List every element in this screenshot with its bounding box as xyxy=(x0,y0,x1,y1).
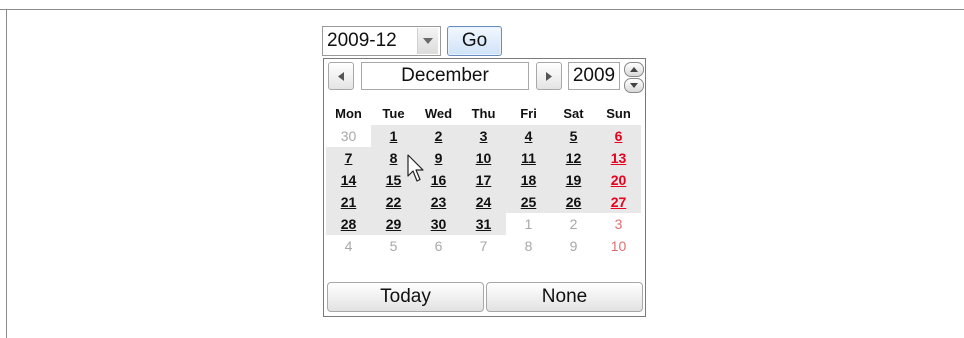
calendar-footer: Today None xyxy=(327,282,643,312)
none-button[interactable]: None xyxy=(486,282,643,312)
week-row: 7 8 9 10 11 12 13 xyxy=(326,147,641,169)
day-cell[interactable]: 25 xyxy=(506,191,551,213)
weekday-mon: Mon xyxy=(335,105,362,121)
mouse-pointer-icon xyxy=(407,154,424,182)
day-cell[interactable]: 17 xyxy=(461,169,506,191)
go-button[interactable]: Go xyxy=(447,26,502,56)
weekday-thu: Thu xyxy=(471,105,496,121)
day-cell[interactable]: 4 xyxy=(506,125,551,147)
triangle-down-icon xyxy=(630,83,638,88)
day-cell-other-month[interactable]: 7 xyxy=(461,235,506,257)
day-cell[interactable]: 12 xyxy=(551,147,596,169)
day-cell-sunday[interactable]: 20 xyxy=(596,169,641,191)
day-cell-other-month[interactable]: 8 xyxy=(506,235,551,257)
day-cell[interactable]: 24 xyxy=(461,191,506,213)
day-cell-sunday[interactable]: 13 xyxy=(596,147,641,169)
weekday-sun: Sun xyxy=(606,105,631,121)
day-cell-other-month[interactable]: 9 xyxy=(551,235,596,257)
year-down-button[interactable] xyxy=(624,78,644,93)
day-cell[interactable]: 23 xyxy=(416,191,461,213)
weekday-header-row: Mon Tue Wed Thu Fri Sat Sun xyxy=(326,101,641,125)
day-cell-other-month[interactable]: 2 xyxy=(551,213,596,235)
weekday-sat: Sat xyxy=(563,105,584,121)
triangle-left-icon xyxy=(338,71,344,81)
day-cell[interactable]: 18 xyxy=(506,169,551,191)
day-cell-sunday[interactable]: 27 xyxy=(596,191,641,213)
week-row: 21 22 23 24 25 26 27 xyxy=(326,191,641,213)
day-cell[interactable]: 26 xyxy=(551,191,596,213)
day-cell[interactable]: 14 xyxy=(326,169,371,191)
day-cell-other-month[interactable]: 1 xyxy=(506,213,551,235)
triangle-right-icon xyxy=(546,71,552,81)
day-cell-other-month[interactable]: 5 xyxy=(371,235,416,257)
year-spinner xyxy=(624,62,644,93)
weekday-tue: Tue xyxy=(382,105,405,121)
day-cell[interactable]: 31 xyxy=(461,213,506,235)
week-row: 4 5 6 7 8 9 10 xyxy=(326,235,641,257)
next-month-button[interactable] xyxy=(536,62,562,90)
day-cell[interactable]: 2 xyxy=(416,125,461,147)
day-cell-other-month-sunday[interactable]: 3 xyxy=(596,213,641,235)
day-cell[interactable]: 22 xyxy=(371,191,416,213)
prev-month-button[interactable] xyxy=(328,62,354,90)
day-cell[interactable]: 19 xyxy=(551,169,596,191)
day-cell-other-month[interactable]: 4 xyxy=(326,235,371,257)
day-cell[interactable]: 10 xyxy=(461,147,506,169)
week-row: 28 29 30 31 1 2 3 xyxy=(326,213,641,235)
day-cell[interactable]: 29 xyxy=(371,213,416,235)
day-cell[interactable]: 30 xyxy=(416,213,461,235)
week-row: 30 1 2 3 4 5 6 xyxy=(326,125,641,147)
day-cell[interactable]: 21 xyxy=(326,191,371,213)
day-cell-other-month[interactable]: 30 xyxy=(326,125,371,147)
day-cell[interactable]: 3 xyxy=(461,125,506,147)
today-button[interactable]: Today xyxy=(327,282,484,312)
calendar-popup: December 2009 Mon Tue Wed Thu Fri Sat Su… xyxy=(323,58,646,317)
weekday-fri: Fri xyxy=(520,105,537,121)
day-cell-sunday[interactable]: 6 xyxy=(596,125,641,147)
triangle-up-icon xyxy=(630,67,638,72)
day-cell[interactable]: 1 xyxy=(371,125,416,147)
day-cell[interactable]: 5 xyxy=(551,125,596,147)
frame-left-border xyxy=(6,9,7,338)
frame-top-border xyxy=(0,9,964,10)
day-cell[interactable]: 28 xyxy=(326,213,371,235)
weekday-wed: Wed xyxy=(424,105,453,121)
chevron-down-icon[interactable] xyxy=(417,28,438,54)
day-cell-other-month[interactable]: 6 xyxy=(416,235,461,257)
year-up-button[interactable] xyxy=(624,62,644,77)
month-label: December xyxy=(361,62,529,90)
calendar-navigation: December 2009 xyxy=(328,62,644,93)
month-select-value: 2009-12 xyxy=(327,30,397,51)
day-cell-other-month-sunday[interactable]: 10 xyxy=(596,235,641,257)
month-select[interactable]: 2009-12 xyxy=(322,26,441,56)
day-cell[interactable]: 11 xyxy=(506,147,551,169)
day-cell[interactable]: 7 xyxy=(326,147,371,169)
year-input[interactable]: 2009 xyxy=(568,62,620,90)
week-row: 14 15 16 17 18 19 20 xyxy=(326,169,641,191)
calendar-grid: Mon Tue Wed Thu Fri Sat Sun 30 1 2 3 4 5… xyxy=(326,101,641,257)
